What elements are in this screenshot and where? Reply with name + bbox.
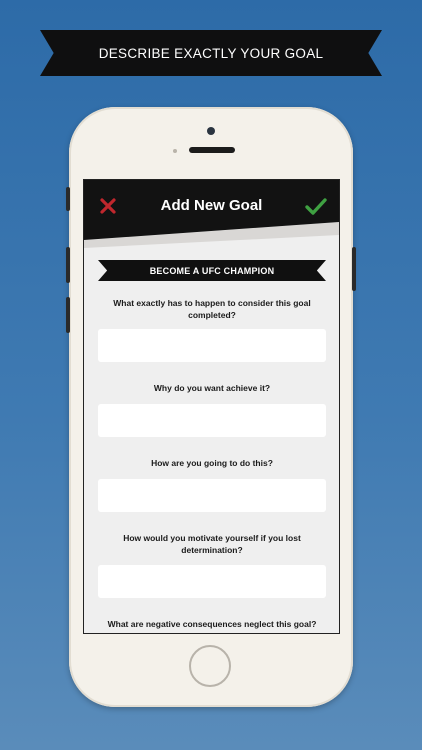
home-button[interactable]: [189, 645, 231, 687]
question-label-motivation: How would you motivate yourself if you l…: [123, 533, 301, 555]
question-label-completion: What exactly has to happen to consider t…: [113, 298, 311, 320]
phone-power-button: [352, 247, 356, 291]
phone-volume-up: [66, 247, 70, 283]
app-screen: Add New Goal BECOME A UFC CHAMPION What …: [83, 179, 340, 634]
question-label-how: How are you going to do this?: [151, 458, 273, 468]
top-banner: DESCRIBE EXACTLY YOUR GOAL: [40, 30, 382, 76]
close-x-icon: [100, 198, 116, 214]
checkmark-icon: [305, 198, 327, 215]
phone-mute-switch: [66, 187, 70, 211]
answer-field-why[interactable]: [98, 404, 326, 437]
answer-field-how[interactable]: [98, 479, 326, 512]
close-button[interactable]: [96, 194, 120, 218]
page-title: Add New Goal: [160, 197, 263, 214]
phone-volume-down: [66, 297, 70, 333]
phone-frame: Add New Goal BECOME A UFC CHAMPION What …: [66, 107, 356, 707]
answer-field-completion[interactable]: [98, 329, 326, 362]
answer-field-motivation[interactable]: [98, 565, 326, 598]
proximity-sensor: [173, 149, 177, 153]
question-label-consequences: What are negative consequences neglect t…: [107, 619, 317, 629]
earpiece-speaker: [189, 147, 235, 153]
banner-text: DESCRIBE EXACTLY YOUR GOAL: [98, 45, 324, 61]
question-label-why: Why do you want achieve it?: [153, 383, 271, 393]
front-camera: [207, 127, 215, 135]
goal-title-ribbon: BECOME A UFC CHAMPION: [98, 260, 326, 281]
goal-title: BECOME A UFC CHAMPION: [149, 265, 275, 276]
save-button[interactable]: [304, 194, 328, 218]
